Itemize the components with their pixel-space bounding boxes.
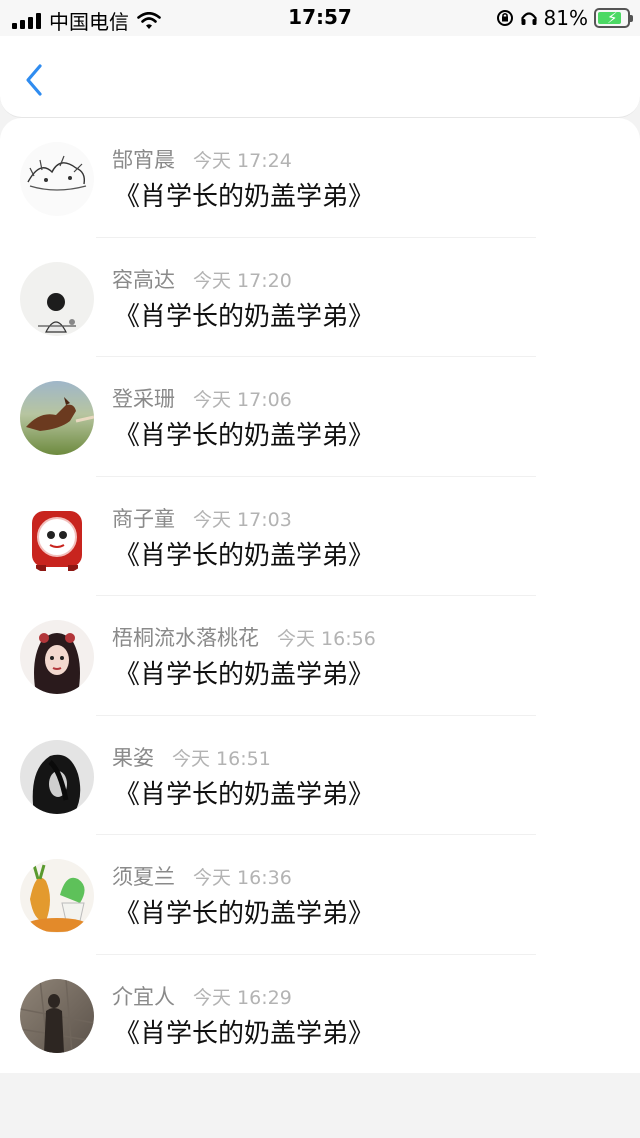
orientation-lock-icon — [496, 10, 513, 26]
battery-percent: 81% — [543, 6, 588, 30]
user-name: 介宜人 — [112, 984, 175, 1009]
timestamp: 今天 16:56 — [277, 628, 376, 650]
avatar — [20, 142, 94, 216]
item-meta: 郜宵晨 今天 17:24 — [112, 144, 292, 174]
avatar — [20, 620, 94, 694]
list-item[interactable]: 介宜人 今天 16:29 《肖学长的奶盖学弟》 — [0, 955, 640, 1075]
chevron-left-icon — [26, 64, 42, 96]
list-item[interactable]: 郜宵晨 今天 17:24 《肖学长的奶盖学弟》 — [0, 118, 640, 238]
list-item[interactable]: 果姿 今天 16:51 《肖学长的奶盖学弟》 — [0, 716, 640, 835]
list-item[interactable]: 登采珊 今天 17:06 《肖学长的奶盖学弟》 — [0, 357, 640, 477]
user-name: 容高达 — [112, 267, 175, 292]
book-title: 《肖学长的奶盖学弟》 — [114, 301, 375, 332]
list-item[interactable]: 商子童 今天 17:03 《肖学长的奶盖学弟》 — [0, 477, 640, 596]
user-name: 梧桐流水落桃花 — [112, 626, 259, 650]
book-title: 《肖学长的奶盖学弟》 — [114, 660, 375, 690]
book-title: 《肖学长的奶盖学弟》 — [114, 421, 375, 451]
timestamp: 今天 17:20 — [193, 269, 292, 292]
reader-list: 郜宵晨 今天 17:24 《肖学长的奶盖学弟》 容高达 今天 17:20 《肖学… — [0, 118, 640, 1073]
avatar — [20, 261, 94, 336]
list-item[interactable]: 梧桐流水落桃花 今天 16:56 《肖学长的奶盖学弟》 — [0, 596, 640, 716]
book-title: 《肖学长的奶盖学弟》 — [114, 540, 375, 571]
headphones-icon — [520, 12, 537, 25]
user-name: 登采珊 — [112, 387, 175, 411]
user-name: 郜宵晨 — [112, 148, 175, 172]
back-button[interactable] — [20, 60, 50, 100]
avatar — [20, 739, 94, 814]
timestamp: 今天 17:03 — [193, 508, 292, 531]
avatar — [20, 381, 94, 455]
book-title: 《肖学长的奶盖学弟》 — [114, 899, 375, 929]
item-meta: 容高达 今天 17:20 — [112, 264, 292, 294]
status-right: 81% ⚡ — [496, 6, 633, 30]
timestamp: 今天 17:06 — [193, 389, 292, 411]
avatar — [20, 859, 94, 933]
item-meta: 果姿 今天 16:51 — [112, 742, 271, 772]
list-item[interactable]: 须夏兰 今天 16:36 《肖学长的奶盖学弟》 — [0, 835, 640, 955]
item-meta: 登采珊 今天 17:06 — [112, 383, 292, 413]
avatar — [20, 500, 94, 575]
user-name: 须夏兰 — [112, 865, 175, 889]
timestamp: 今天 16:36 — [193, 867, 292, 889]
timestamp: 今天 16:29 — [193, 986, 292, 1009]
avatar — [20, 978, 94, 1053]
battery-icon: ⚡ — [594, 8, 633, 28]
user-name: 商子童 — [112, 506, 175, 531]
book-title: 《肖学长的奶盖学弟》 — [114, 779, 375, 810]
nav-bar — [0, 36, 640, 118]
timestamp: 今天 16:51 — [172, 747, 271, 770]
status-bar: 中国电信 17:57 81% ⚡ — [0, 0, 640, 36]
user-name: 果姿 — [112, 745, 154, 770]
item-meta: 梧桐流水落桃花 今天 16:56 — [112, 622, 376, 652]
list-item[interactable]: 容高达 今天 17:20 《肖学长的奶盖学弟》 — [0, 238, 640, 357]
item-meta: 介宜人 今天 16:29 — [112, 981, 292, 1011]
item-meta: 须夏兰 今天 16:36 — [112, 861, 292, 891]
book-title: 《肖学长的奶盖学弟》 — [114, 182, 375, 212]
timestamp: 今天 17:24 — [193, 150, 292, 172]
item-meta: 商子童 今天 17:03 — [112, 503, 292, 533]
book-title: 《肖学长的奶盖学弟》 — [114, 1018, 375, 1049]
